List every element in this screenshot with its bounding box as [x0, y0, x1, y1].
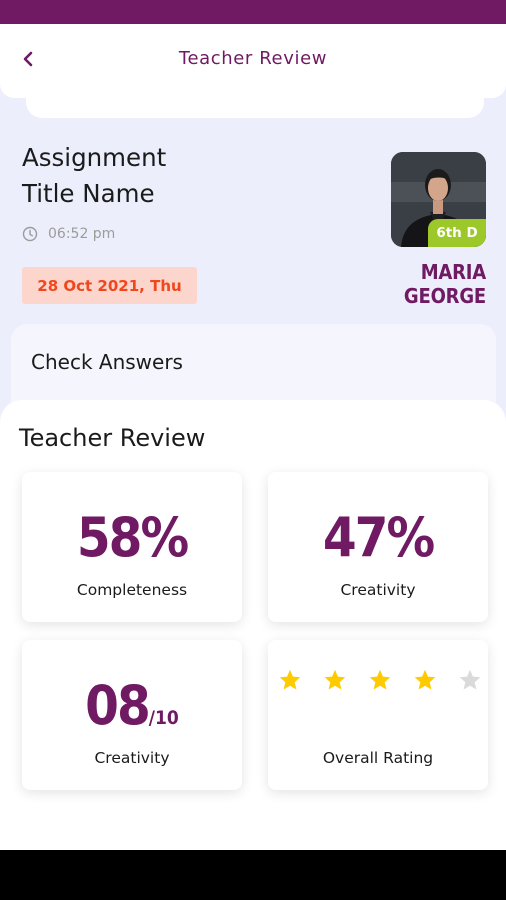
status-bar	[0, 0, 506, 24]
section-heading: Teacher Review	[19, 424, 206, 452]
teacher-review-panel: Teacher Review 58% Completeness 47% Crea…	[0, 400, 506, 850]
stat-label: Completeness	[76, 581, 188, 599]
clock-icon	[22, 226, 38, 242]
stat-label: Creativity	[94, 749, 170, 767]
system-nav-bar	[0, 850, 506, 900]
star-icon	[279, 669, 301, 690]
stat-card-creativity-score: 08/10 Creativity	[22, 640, 242, 790]
student-name: MARIA GEORGE	[403, 260, 486, 308]
assignment-time: 06:52 pm	[48, 226, 116, 242]
assignment-title: Assignment Title Name	[22, 140, 166, 212]
stat-value: 08/10	[22, 674, 242, 737]
score-suffix: /10	[148, 707, 179, 729]
star-icon	[324, 669, 346, 690]
stat-card-creativity-percent: 47% Creativity	[268, 472, 488, 622]
stat-card-completeness: 58% Completeness	[22, 472, 242, 622]
check-answers-label: Check Answers	[31, 350, 183, 374]
stat-label: Overall Rating	[322, 749, 434, 767]
star-rating	[278, 668, 482, 692]
app-bar: Teacher Review	[0, 24, 506, 98]
date-badge: 28 Oct 2021, Thu	[22, 267, 197, 304]
time-row: 06:52 pm	[22, 226, 115, 242]
grade-badge: 6th D	[428, 219, 486, 247]
stat-value: 47%	[322, 506, 435, 569]
star-icon	[414, 669, 436, 690]
top-card-edge	[26, 90, 484, 118]
assignment-title-line-2: Title Name	[22, 179, 155, 208]
star-icon	[459, 669, 481, 690]
stat-value: 58%	[76, 506, 189, 569]
star-icon	[369, 669, 391, 690]
page-title: Teacher Review	[178, 48, 328, 69]
score-value: 08	[85, 674, 151, 737]
stat-card-overall-rating: Overall Rating	[268, 640, 488, 790]
stat-label: Creativity	[340, 581, 416, 599]
assignment-title-line-1: Assignment	[22, 143, 167, 172]
